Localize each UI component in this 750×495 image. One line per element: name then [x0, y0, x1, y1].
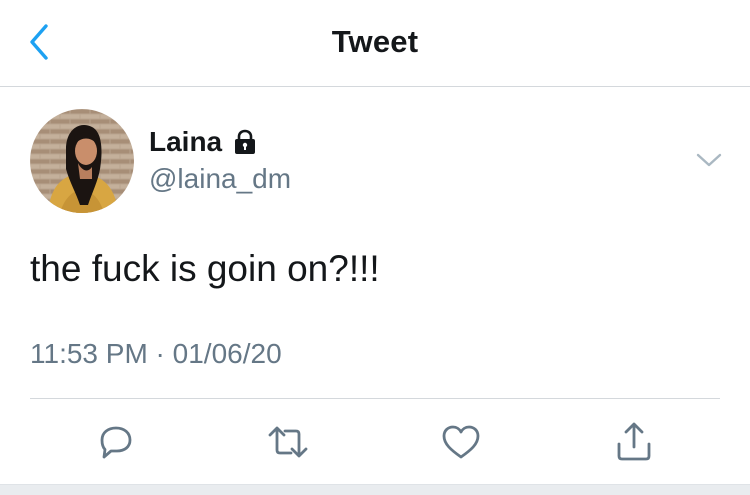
- retweet-icon[interactable]: [266, 420, 310, 464]
- tweet-text: the fuck is goin on?!!!: [30, 248, 380, 289]
- display-name[interactable]: Laina: [149, 126, 222, 158]
- navigation-bar: Tweet: [0, 0, 750, 87]
- avatar[interactable]: [30, 109, 134, 213]
- bottom-separator: [0, 484, 750, 495]
- chevron-down-icon[interactable]: [694, 149, 724, 171]
- like-icon[interactable]: [439, 420, 483, 464]
- share-icon[interactable]: [612, 420, 656, 464]
- user-handle[interactable]: @laina_dm: [149, 163, 291, 195]
- page-title: Tweet: [331, 24, 419, 59]
- tweet-timestamp: 11:53 PM · 01/06/20: [30, 338, 282, 369]
- lock-icon: [231, 128, 259, 156]
- author-name-row[interactable]: Laina: [149, 126, 259, 158]
- reply-icon[interactable]: [94, 420, 138, 464]
- divider: [30, 398, 720, 399]
